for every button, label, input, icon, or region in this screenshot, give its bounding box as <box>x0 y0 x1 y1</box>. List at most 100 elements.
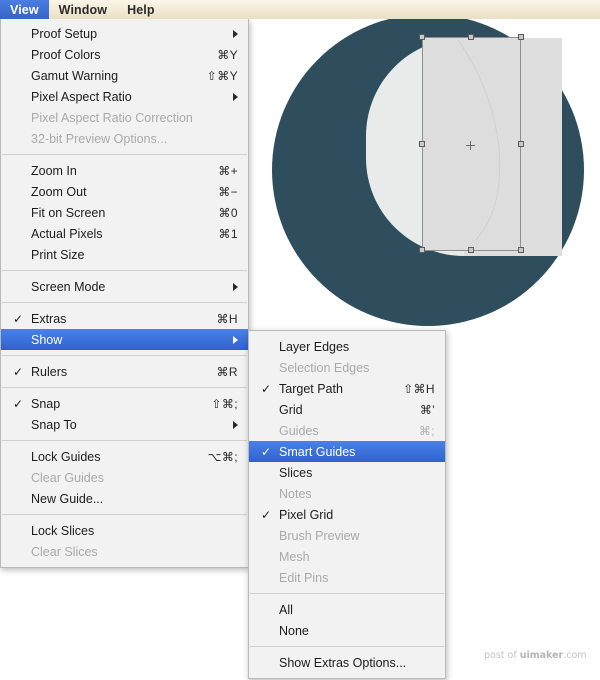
transform-handle-top-right[interactable] <box>518 34 524 40</box>
menu-item-zoom-out[interactable]: Zoom Out ⌘− <box>1 181 248 202</box>
menu-item-label: All <box>279 602 293 617</box>
menu-item-shortcut: ⌘+ <box>218 163 238 178</box>
menu-item-layer-edges[interactable]: Layer Edges <box>249 336 445 357</box>
menu-item-label: Clear Slices <box>31 544 98 559</box>
menu-item-edit-pins: Edit Pins <box>249 567 445 588</box>
show-submenu: Layer Edges Selection Edges ✓ Target Path ⇧⌘… <box>248 330 446 679</box>
checkmark-icon: ✓ <box>13 396 24 411</box>
menu-item-clear-slices: Clear Slices <box>1 541 248 562</box>
menu-separator <box>2 154 247 155</box>
checkmark-icon: ✓ <box>261 444 272 459</box>
menu-item-shortcut: ⇧⌘Y <box>206 68 238 83</box>
transform-handle-top-left[interactable] <box>419 34 425 40</box>
menu-item-extras[interactable]: ✓ Extras ⌘H <box>1 308 248 329</box>
menubar-item-window[interactable]: Window <box>49 0 117 19</box>
menu-item-shortcut: ⌘1 <box>218 226 238 241</box>
menu-item-shortcut: ⌘0 <box>218 205 238 220</box>
menu-item-label: Guides <box>279 423 319 438</box>
menu-item-label: Lock Slices <box>31 523 95 538</box>
menu-item-gamut-warning[interactable]: Gamut Warning ⇧⌘Y <box>1 65 248 86</box>
menu-item-label: Mesh <box>279 549 310 564</box>
checkmark-icon: ✓ <box>13 311 24 326</box>
menu-item-label: Selection Edges <box>279 360 370 375</box>
menu-item-label: Slices <box>279 465 313 480</box>
menubar-item-view[interactable]: View <box>0 0 49 19</box>
menu-separator <box>2 387 247 388</box>
transform-handle-middle-right[interactable] <box>518 141 524 147</box>
transform-handle-bottom-left[interactable] <box>419 247 425 253</box>
menu-item-grid[interactable]: Grid ⌘' <box>249 399 445 420</box>
menu-item-show[interactable]: Show <box>1 329 248 350</box>
menu-item-rulers[interactable]: ✓ Rulers ⌘R <box>1 361 248 382</box>
menu-item-label: New Guide... <box>31 491 104 506</box>
menu-item-fit-on-screen[interactable]: Fit on Screen ⌘0 <box>1 202 248 223</box>
menubar-item-label: Help <box>127 2 155 17</box>
menu-item-label: Actual Pixels <box>31 226 103 241</box>
screenshot-root: 思缘设计论坛 WWW.MISSYUAN.COM post of uimaker.… <box>0 0 600 680</box>
menu-item-shortcut: ⌥⌘; <box>207 449 238 464</box>
menu-item-label: Zoom In <box>31 163 77 178</box>
menu-item-shortcut: ⌘' <box>419 402 435 417</box>
menu-item-label: Layer Edges <box>279 339 350 354</box>
menu-item-shortcut: ⌘Y <box>217 47 238 62</box>
menu-item-label: Proof Setup <box>31 26 98 41</box>
menu-item-label: Brush Preview <box>279 528 360 543</box>
menu-item-show-extras-options[interactable]: Show Extras Options... <box>249 652 445 673</box>
menu-item-actual-pixels[interactable]: Actual Pixels ⌘1 <box>1 223 248 244</box>
menu-item-screen-mode[interactable]: Screen Mode <box>1 276 248 297</box>
transform-handle-top-center[interactable] <box>468 34 474 40</box>
menu-item-proof-setup[interactable]: Proof Setup <box>1 23 248 44</box>
menu-item-target-path[interactable]: ✓ Target Path ⇧⌘H <box>249 378 445 399</box>
menu-item-none[interactable]: None <box>249 620 445 641</box>
menu-separator <box>250 593 444 594</box>
checkmark-icon: ✓ <box>13 364 24 379</box>
menu-item-label: Pixel Aspect Ratio Correction <box>31 110 193 125</box>
menu-item-label: Zoom Out <box>31 184 87 199</box>
menu-item-proof-colors[interactable]: Proof Colors ⌘Y <box>1 44 248 65</box>
menu-item-label: Proof Colors <box>31 47 101 62</box>
menu-item-label: Print Size <box>31 247 85 262</box>
menu-item-print-size[interactable]: Print Size <box>1 244 248 265</box>
menu-item-smart-guides[interactable]: ✓ Smart Guides <box>249 441 445 462</box>
submenu-arrow-icon <box>233 420 238 429</box>
menu-item-lock-guides[interactable]: Lock Guides ⌥⌘; <box>1 446 248 467</box>
menu-separator <box>2 514 247 515</box>
transform-center-point-icon[interactable] <box>466 141 475 150</box>
menu-item-new-guide[interactable]: New Guide... <box>1 488 248 509</box>
transform-handle-bottom-right[interactable] <box>518 247 524 253</box>
menu-item-label: 32-bit Preview Options... <box>31 131 168 146</box>
menu-item-lock-slices[interactable]: Lock Slices <box>1 520 248 541</box>
menu-item-pixel-aspect-ratio[interactable]: Pixel Aspect Ratio <box>1 86 248 107</box>
menu-item-pixel-grid[interactable]: ✓ Pixel Grid <box>249 504 445 525</box>
menu-item-slices[interactable]: Slices <box>249 462 445 483</box>
menu-item-label: Clear Guides <box>31 470 104 485</box>
menu-item-snap-to[interactable]: Snap To <box>1 414 248 435</box>
menu-separator <box>250 646 444 647</box>
menu-item-label: Lock Guides <box>31 449 101 464</box>
menu-bar: View Window Help <box>0 0 600 19</box>
menu-item-label: Show <box>31 332 63 347</box>
submenu-arrow-icon <box>233 282 238 291</box>
menu-item-snap[interactable]: ✓ Snap ⇧⌘; <box>1 393 248 414</box>
menu-item-label: Smart Guides <box>279 444 356 459</box>
menu-item-label: Pixel Grid <box>279 507 334 522</box>
menu-item-label: Target Path <box>279 381 343 396</box>
menu-item-label: Rulers <box>31 364 68 379</box>
checkmark-icon: ✓ <box>261 507 272 522</box>
menu-separator <box>2 270 247 271</box>
submenu-arrow-icon <box>233 29 238 38</box>
transform-handle-bottom-center[interactable] <box>468 247 474 253</box>
menu-item-all[interactable]: All <box>249 599 445 620</box>
transform-handle-middle-left[interactable] <box>419 141 425 147</box>
menu-separator <box>2 440 247 441</box>
submenu-arrow-icon <box>233 335 238 344</box>
view-dropdown-menu: Proof Setup Proof Colors ⌘Y Gamut Warning ⇧⌘… <box>0 19 249 568</box>
menu-item-shortcut: ⌘H <box>216 311 238 326</box>
menu-item-mesh: Mesh <box>249 546 445 567</box>
menu-item-zoom-in[interactable]: Zoom In ⌘+ <box>1 160 248 181</box>
menu-item-shortcut: ⇧⌘H <box>403 381 435 396</box>
menu-item-shortcut: ⌘− <box>218 184 238 199</box>
menu-item-pixel-aspect-ratio-correction: Pixel Aspect Ratio Correction <box>1 107 248 128</box>
menu-item-label: Gamut Warning <box>31 68 119 83</box>
menubar-item-help[interactable]: Help <box>117 0 165 19</box>
